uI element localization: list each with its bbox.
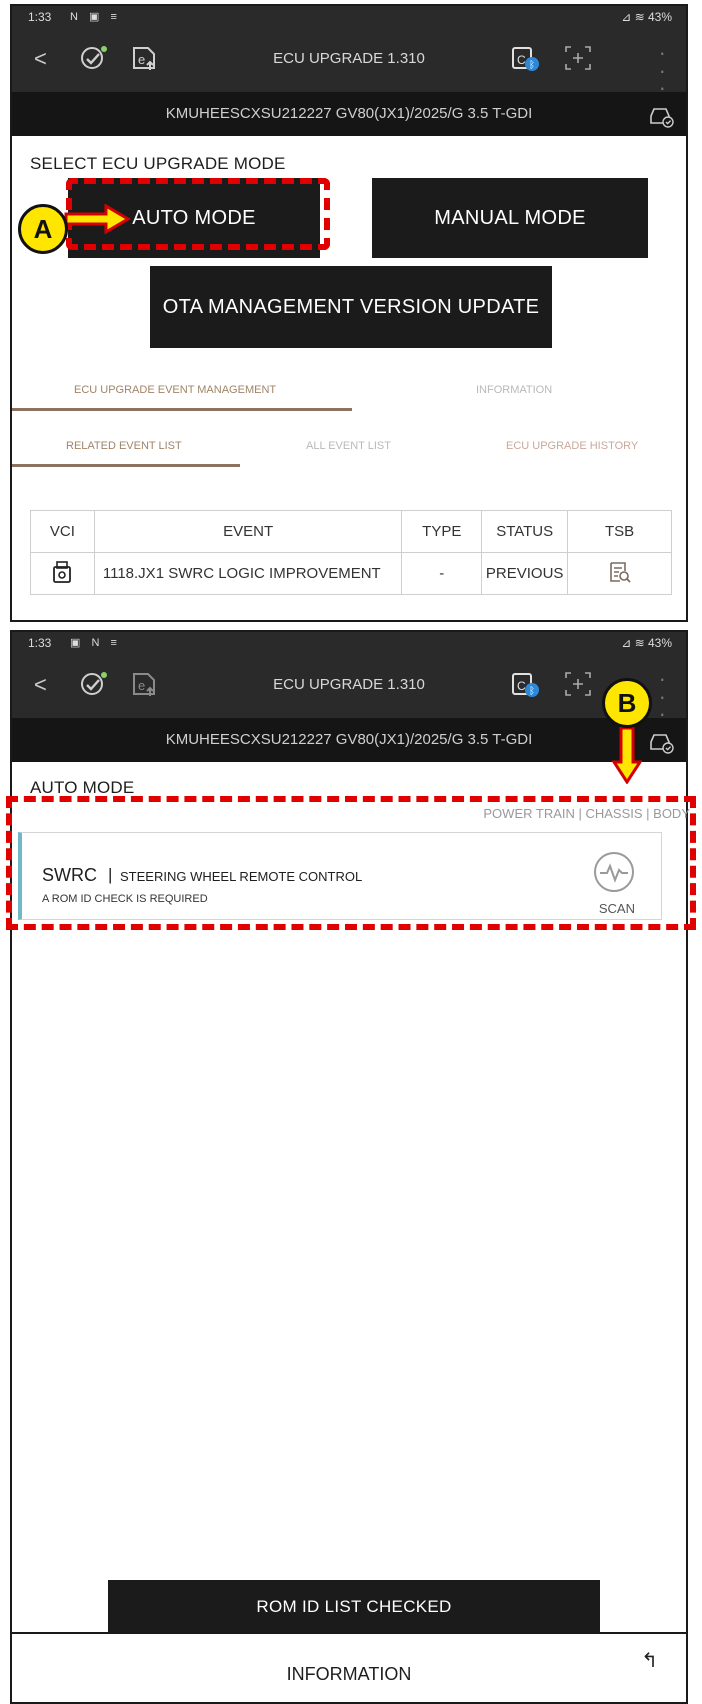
main-tabs: ECU UPGRADE EVENT MANAGEMENT INFORMATION [12, 376, 686, 412]
status-icons: N ▣ ≡ [70, 11, 121, 23]
vehicle-vin: KMUHEESCXSU212227 GV80(JX1)/2025/G 3.5 T… [165, 731, 533, 748]
ecu-list-highlight [6, 796, 696, 930]
callout-b: B [602, 678, 652, 728]
col-status: STATUS [481, 510, 569, 553]
vehicle-vin: KMUHEESCXSU212227 GV80(JX1)/2025/G 3.5 T… [165, 105, 533, 122]
svg-text:C: C [517, 679, 526, 693]
col-vci: VCI [30, 510, 95, 553]
vehicle-check-icon[interactable] [648, 728, 674, 754]
arrow-right-icon [64, 204, 131, 234]
page-title: AUTO MODE [30, 778, 135, 797]
vehicle-info-bar: KMUHEESCXSU212227 GV80(JX1)/2025/G 3.5 T… [12, 718, 686, 762]
vci-bluetooth-icon[interactable]: C ᛒ [508, 42, 540, 74]
status-bar: 1:33 ▣ N ≡ ⊿ ≋ 43% [12, 632, 686, 654]
subtab-active-indicator [12, 464, 240, 467]
app-bar: < e ECU UPGRADE 1.310 C ᛒ · · · [12, 28, 686, 99]
tab-event-management[interactable]: ECU UPGRADE EVENT MANAGEMENT [74, 384, 276, 396]
screen-auto-mode: 1:33 ▣ N ≡ ⊿ ≋ 43% < e ECU UPGRADE 1.310… [10, 630, 688, 1704]
event-table: VCI EVENT TYPE STATUS TSB 1118.JX1 SWRC … [30, 510, 672, 595]
manual-mode-button[interactable]: MANUAL MODE [372, 178, 648, 258]
expand-icon[interactable]: ↰ [641, 1648, 658, 1673]
information-label[interactable]: INFORMATION [12, 1664, 686, 1685]
status-time: 1:33 [28, 636, 52, 650]
ota-version-update-button[interactable]: OTA MANAGEMENT VERSION UPDATE [150, 266, 552, 348]
page-title: SELECT ECU UPGRADE MODE [30, 154, 286, 173]
vci-device-icon [53, 560, 72, 583]
vci-cell [30, 552, 95, 595]
screen-capture-icon[interactable] [562, 42, 594, 74]
status-icons: ▣ N ≡ [70, 637, 121, 649]
callout-a: A [18, 204, 68, 254]
sub-tabs: RELATED EVENT LIST ALL EVENT LIST ECU UP… [12, 432, 686, 472]
tsb-document-search-icon[interactable] [608, 560, 632, 584]
status-right: ⊿ ≋ 43% [621, 636, 672, 650]
tab-all-event-list[interactable]: ALL EVENT LIST [306, 440, 391, 452]
tab-related-event-list[interactable]: RELATED EVENT LIST [66, 440, 182, 452]
tab-ecu-upgrade-history[interactable]: ECU UPGRADE HISTORY [506, 440, 638, 452]
svg-text:ᛒ: ᛒ [529, 686, 535, 697]
rom-id-list-checked-button[interactable]: ROM ID LIST CHECKED [108, 1580, 600, 1634]
more-menu-icon[interactable]: · · · [659, 668, 666, 725]
more-menu-icon[interactable]: · · · [659, 42, 666, 99]
screen-capture-icon[interactable] [562, 668, 594, 700]
vehicle-info-bar: KMUHEESCXSU212227 GV80(JX1)/2025/G 3.5 T… [12, 92, 686, 136]
event-name: 1118.JX1 SWRC LOGIC IMPROVEMENT [93, 552, 403, 595]
tsb-cell[interactable] [567, 552, 672, 595]
status-bar: 1:33 N ▣ ≡ ⊿ ≋ 43% [12, 6, 686, 28]
tab-information[interactable]: INFORMATION [476, 384, 552, 396]
col-type: TYPE [401, 510, 483, 553]
tab-active-indicator [12, 408, 352, 411]
vehicle-check-icon[interactable] [648, 102, 674, 128]
status-right: ⊿ ≋ 43% [621, 10, 672, 24]
arrow-down-icon [612, 726, 642, 784]
event-type: - [401, 552, 483, 595]
col-tsb: TSB [567, 510, 672, 553]
screen-select-mode: 1:33 N ▣ ≡ ⊿ ≋ 43% < e ECU UPGRADE 1.310… [10, 4, 688, 622]
event-status: PREVIOUS [481, 552, 569, 595]
app-bar: < e ECU UPGRADE 1.310 C ᛒ · · · [12, 654, 686, 725]
svg-text:C: C [517, 53, 526, 67]
information-footer: INFORMATION ↰ [12, 1632, 686, 1702]
table-header: VCI EVENT TYPE STATUS TSB [30, 510, 672, 553]
col-event: EVENT [93, 510, 403, 553]
status-time: 1:33 [28, 10, 52, 24]
svg-text:ᛒ: ᛒ [529, 60, 535, 71]
vci-bluetooth-icon[interactable]: C ᛒ [508, 668, 540, 700]
table-row[interactable]: 1118.JX1 SWRC LOGIC IMPROVEMENT - PREVIO… [30, 552, 672, 595]
